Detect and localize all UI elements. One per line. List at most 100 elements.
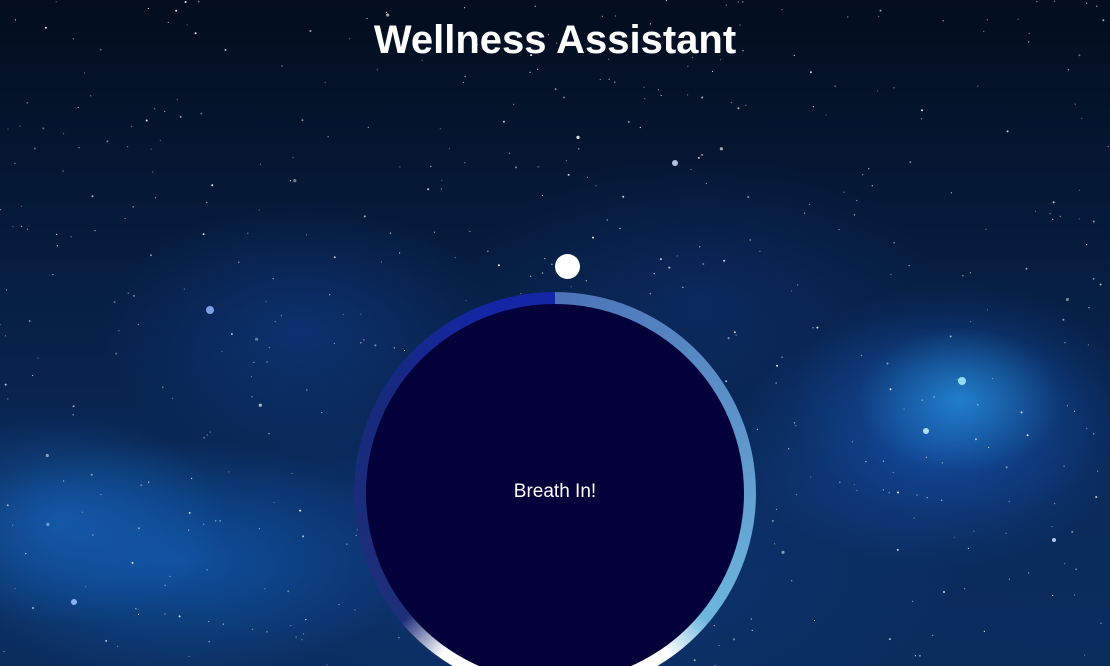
star — [565, 160, 568, 162]
star — [969, 272, 972, 274]
star — [660, 94, 662, 97]
star — [131, 561, 134, 564]
star — [1088, 307, 1090, 309]
star — [281, 65, 283, 67]
star — [941, 499, 943, 501]
star — [487, 250, 489, 252]
star — [614, 15, 617, 17]
star — [1063, 465, 1065, 467]
star — [711, 70, 714, 73]
star — [106, 140, 109, 143]
star — [974, 438, 977, 441]
star — [333, 256, 336, 259]
star — [1086, 427, 1088, 429]
star — [749, 239, 751, 241]
star — [813, 619, 816, 622]
star — [986, 309, 989, 311]
star — [299, 509, 302, 512]
star — [808, 203, 811, 205]
star — [1086, 244, 1088, 246]
star — [776, 364, 779, 367]
star — [599, 78, 601, 81]
star — [964, 588, 966, 590]
star — [1078, 218, 1080, 220]
star — [810, 476, 812, 478]
star — [1049, 213, 1051, 215]
star — [77, 106, 79, 109]
star — [563, 96, 565, 99]
star — [385, 11, 387, 13]
star — [882, 460, 885, 462]
breathing-circle: Breath In! — [354, 292, 756, 666]
star — [1051, 526, 1053, 528]
star — [665, 0, 668, 2]
star — [876, 90, 879, 92]
star — [6, 504, 9, 507]
star — [0, 209, 2, 211]
star — [184, 1, 187, 3]
star — [544, 258, 546, 260]
star — [949, 335, 952, 338]
star — [464, 162, 466, 164]
star — [745, 104, 747, 106]
star — [541, 194, 544, 197]
star — [448, 148, 450, 150]
star — [595, 185, 597, 187]
star — [20, 205, 22, 207]
star — [697, 156, 700, 159]
star — [140, 484, 143, 487]
star — [742, 1, 744, 3]
star — [1093, 433, 1095, 435]
star — [882, 489, 885, 491]
star — [889, 388, 892, 391]
star — [747, 196, 750, 198]
page-title: Wellness Assistant — [373, 18, 737, 62]
star — [705, 182, 707, 185]
star — [152, 171, 154, 173]
star — [324, 81, 326, 83]
star — [203, 523, 205, 525]
star — [203, 437, 205, 439]
star — [554, 88, 557, 91]
star — [502, 120, 505, 123]
star — [977, 85, 979, 87]
star — [1096, 5, 1098, 7]
star — [148, 481, 150, 483]
star — [321, 411, 323, 414]
star — [921, 118, 923, 120]
star — [380, 261, 382, 263]
star — [812, 327, 814, 329]
star — [26, 102, 28, 104]
star — [1086, 2, 1088, 4]
star — [441, 179, 443, 181]
star — [529, 71, 531, 73]
star — [977, 404, 979, 406]
star — [897, 491, 899, 494]
star — [1028, 572, 1030, 574]
star — [991, 378, 994, 380]
star — [1059, 215, 1061, 217]
star — [967, 547, 970, 550]
star — [865, 461, 867, 463]
star — [171, 397, 174, 399]
star — [105, 639, 108, 642]
star — [273, 501, 275, 504]
star — [253, 361, 255, 363]
star — [3, 651, 5, 653]
star — [289, 180, 291, 182]
star — [12, 524, 14, 526]
star — [657, 89, 660, 91]
star — [687, 94, 689, 96]
star — [795, 494, 798, 496]
star — [515, 166, 517, 169]
star — [176, 99, 178, 101]
star — [916, 494, 918, 496]
star — [956, 378, 958, 380]
star — [1084, 654, 1086, 656]
star — [1066, 405, 1068, 407]
star — [63, 133, 65, 135]
star — [464, 7, 466, 9]
star — [154, 108, 156, 110]
star — [1073, 410, 1076, 412]
star — [644, 98, 646, 100]
